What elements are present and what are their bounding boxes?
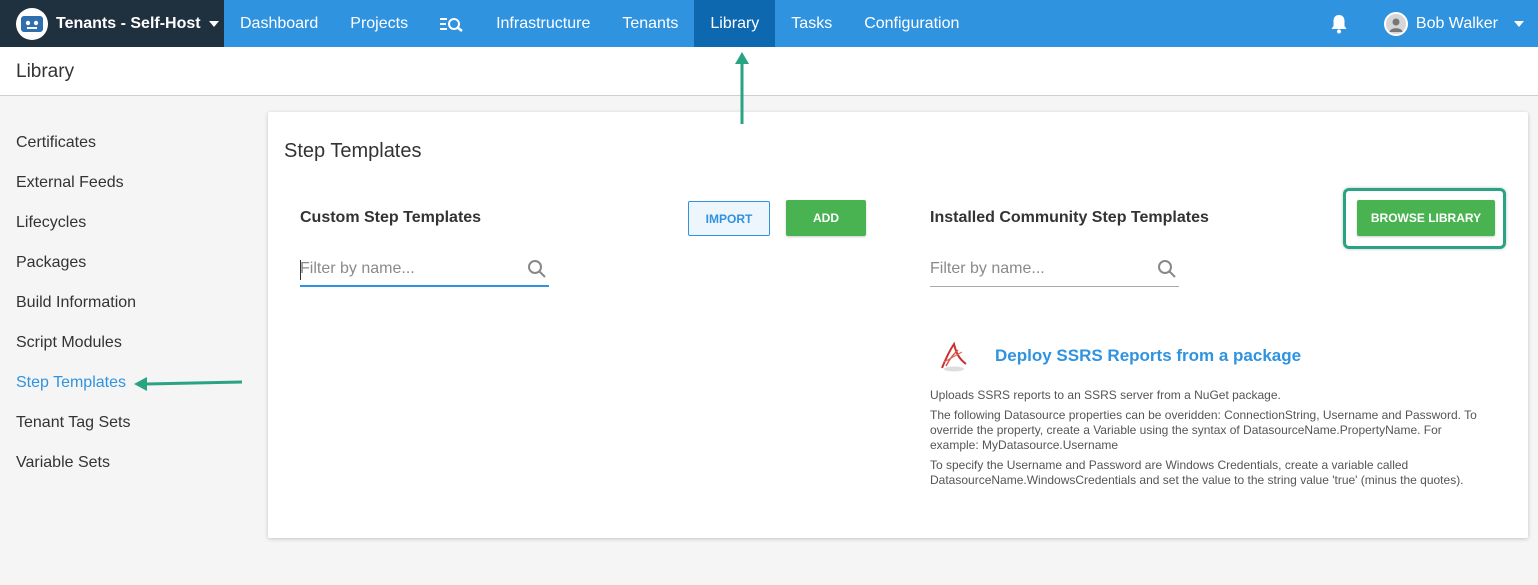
sidebar-item-external-feeds[interactable]: External Feeds (16, 173, 136, 213)
arrow-left-step-templates (134, 377, 243, 391)
user-menu[interactable]: Bob Walker (1383, 11, 1524, 36)
nav-configuration[interactable]: Configuration (848, 0, 975, 47)
space-name: Tenants - Self-Host (56, 14, 201, 32)
custom-templates-title: Custom Step Templates (300, 209, 482, 226)
nav-right: Bob Walker (1330, 0, 1538, 47)
filter-underline (930, 286, 1179, 287)
browse-library-button[interactable]: BROWSE LIBRARY (1357, 200, 1495, 236)
sidebar: Certificates External Feeds Lifecycles P… (16, 133, 136, 493)
chevron-down-icon (1514, 20, 1524, 27)
page-header: Library (0, 47, 1538, 96)
template-desc-line: To specify the Username and Password are… (930, 458, 1464, 487)
template-desc-line: The following Datasource properties can … (930, 408, 1477, 452)
ssrs-icon (936, 338, 972, 379)
template-desc-line: Uploads SSRS reports to an SSRS server f… (930, 388, 1281, 402)
page-title: Library (16, 61, 75, 82)
sidebar-item-variable-sets[interactable]: Variable Sets (16, 453, 136, 493)
sidebar-item-tenant-tag-sets[interactable]: Tenant Tag Sets (16, 413, 136, 453)
add-button[interactable]: ADD (786, 200, 866, 236)
nav-projects[interactable]: Projects (334, 0, 424, 47)
nav-tasks[interactable]: Tasks (775, 0, 848, 47)
community-templates-title: Installed Community Step Templates (930, 209, 1209, 226)
nav-dashboard[interactable]: Dashboard (224, 0, 334, 47)
nav-search-tasks[interactable] (424, 0, 480, 47)
step-templates-card: Step Templates Custom Step Templates IMP… (268, 112, 1528, 538)
nav-library[interactable]: Library (694, 0, 776, 47)
search-icon (527, 259, 547, 284)
sidebar-item-packages[interactable]: Packages (16, 253, 136, 293)
search-tasks-icon (440, 17, 463, 32)
octopus-logo-icon (16, 7, 48, 40)
import-button[interactable]: IMPORT (688, 201, 770, 236)
community-filter (930, 253, 1179, 287)
sidebar-item-lifecycles[interactable]: Lifecycles (16, 213, 136, 253)
sidebar-item-certificates[interactable]: Certificates (16, 133, 136, 173)
top-navigation: Tenants - Self-Host Dashboard Projects I… (0, 0, 1538, 47)
avatar (1383, 11, 1408, 36)
filter-underline (300, 285, 549, 287)
sidebar-item-script-modules[interactable]: Script Modules (16, 333, 136, 373)
chevron-down-icon (208, 20, 219, 27)
nav-infrastructure[interactable]: Infrastructure (480, 0, 606, 47)
space-switcher[interactable]: Tenants - Self-Host (0, 0, 224, 47)
custom-filter (300, 253, 549, 287)
template-description: Uploads SSRS reports to an SSRS server f… (930, 388, 1490, 493)
nav-tenants[interactable]: Tenants (606, 0, 694, 47)
custom-filter-input[interactable] (300, 253, 520, 285)
community-filter-input[interactable] (930, 253, 1150, 285)
search-icon (1157, 259, 1177, 284)
sidebar-item-step-templates[interactable]: Step Templates (16, 373, 136, 413)
card-title: Step Templates (284, 140, 422, 162)
bell-icon[interactable] (1330, 14, 1348, 34)
template-name-link[interactable]: Deploy SSRS Reports from a package (995, 346, 1301, 366)
sidebar-item-build-information[interactable]: Build Information (16, 293, 136, 333)
user-name: Bob Walker (1415, 14, 1498, 32)
